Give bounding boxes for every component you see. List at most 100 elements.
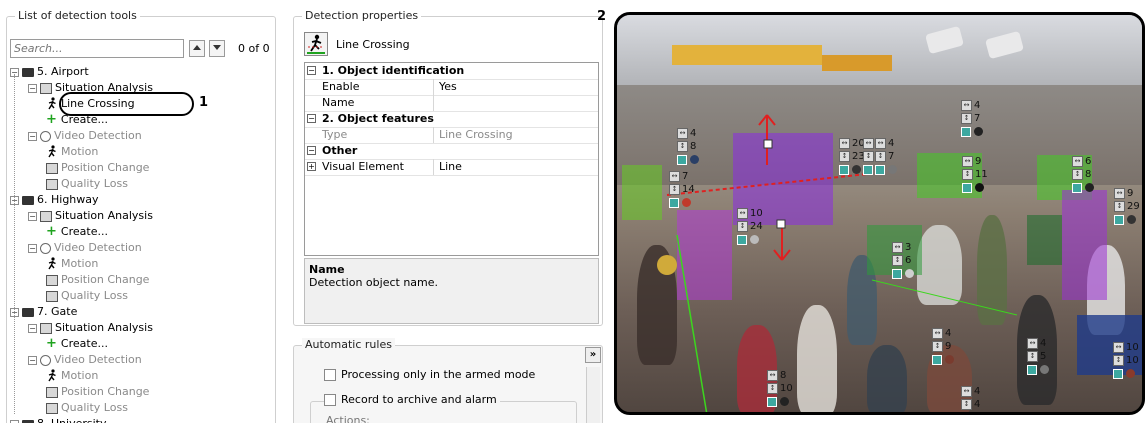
tree-item[interactable]: − Situation Analysis (28, 320, 153, 336)
tree-item[interactable]: − 8. University (10, 416, 106, 423)
tree-item[interactable]: Motion (46, 256, 98, 272)
video-viewport[interactable]: ↔4↕8↔7↕14↔10↕24↔20↕23↔3↕8↔4↕7↔4↕7↔9↕11↔6… (614, 12, 1145, 415)
running-man-icon (46, 257, 58, 271)
property-row[interactable]: Type Line Crossing (305, 127, 598, 143)
tree-item[interactable]: Quality Loss (46, 176, 128, 192)
camera-icon (22, 307, 34, 317)
rules-expand-button[interactable]: » (585, 347, 601, 363)
tree-item[interactable]: −7. Gate (10, 304, 77, 320)
object-width-value: 4 (690, 128, 697, 139)
object-stats-badge: ↔ 3 ↕ 6 (892, 241, 920, 280)
height-icon: ↕ (1113, 355, 1124, 366)
line-handle[interactable] (763, 139, 773, 149)
object-color-icon (875, 164, 885, 175)
collapse-toggle[interactable]: − (10, 419, 19, 423)
search-next-button[interactable] (209, 40, 225, 57)
tree-item-label: Video Detection (54, 241, 142, 254)
object-stats-badge: ↔ 8 ↕ 10 (767, 369, 795, 408)
tree-item[interactable]: + Create... (46, 336, 108, 352)
tree-item[interactable]: Motion (46, 144, 98, 160)
situation-analysis-icon (40, 322, 52, 334)
object-height-value: 29 (1127, 201, 1140, 212)
grid-line (305, 175, 598, 176)
collapse-toggle[interactable]: − (28, 83, 37, 93)
object-stats-badge: ↔ 9 ↕ 29 (1114, 187, 1142, 226)
armed-mode-checkbox[interactable] (324, 368, 336, 381)
object-height-value: 5 (1040, 351, 1047, 362)
tree-item[interactable]: Motion (46, 368, 98, 384)
position-change-icon (46, 386, 58, 398)
collapse-toggle[interactable]: − (28, 131, 37, 141)
property-row[interactable]: + Visual Element Line (305, 159, 598, 175)
width-icon: ↔ (863, 138, 874, 149)
armed-mode-row[interactable]: Processing only in the armed mode (324, 368, 535, 381)
object-color-dot (1085, 183, 1094, 192)
search-row: 0 of 0 (10, 39, 276, 58)
track-line (871, 279, 1018, 316)
object-color-dot (690, 155, 699, 164)
object-width-value: 4 (974, 100, 981, 111)
tree-item[interactable]: −6. Highway (10, 192, 99, 208)
property-category[interactable]: −1. Object identification (305, 63, 598, 79)
tree-item[interactable]: Quality Loss (46, 400, 128, 416)
rules-scrollbar[interactable] (586, 367, 600, 423)
collapse-toggle[interactable]: − (28, 355, 37, 365)
property-row[interactable]: Name (305, 95, 598, 111)
property-value[interactable]: Line (436, 159, 462, 175)
property-key: Other (322, 144, 358, 157)
property-value[interactable]: Yes (436, 79, 457, 95)
object-color-dot (888, 165, 897, 174)
automatic-rules-title: Automatic rules (302, 338, 395, 351)
tree-item[interactable]: Position Change (46, 272, 149, 288)
object-width-value: 9 (975, 156, 982, 167)
expand-toggle[interactable]: + (307, 162, 316, 171)
collapse-toggle[interactable]: − (28, 211, 37, 221)
object-color-icon (839, 164, 849, 175)
tree-item-label: Video Detection (54, 353, 142, 366)
object-width-value: 3 (905, 242, 912, 253)
object-color-icon (767, 396, 777, 407)
properties-header-label: Line Crossing (336, 37, 410, 51)
object-height-value: 14 (682, 184, 695, 195)
object-stats-badge: ↔ 10 ↕ 24 (737, 207, 765, 246)
property-grid[interactable]: −1. Object identification Enable Yes Name −2… (304, 62, 599, 256)
tree-item[interactable]: Position Change (46, 160, 149, 176)
property-category[interactable]: − Other (305, 143, 598, 159)
tree-item[interactable]: − Situation Analysis (28, 208, 153, 224)
property-row[interactable]: Enable Yes (305, 79, 598, 95)
collapse-toggle[interactable]: − (28, 243, 37, 253)
object-stats-badge: ↔ 7 ↕ 14 (669, 170, 697, 209)
tree-item[interactable]: + Create... (46, 224, 108, 240)
record-row[interactable]: Record to archive and alarm (324, 393, 500, 406)
tree-item[interactable]: −5. Airport (10, 64, 89, 80)
width-icon: ↔ (962, 156, 973, 167)
tree-item[interactable]: − Video Detection (28, 240, 142, 256)
object-color-dot (750, 235, 759, 244)
search-input[interactable] (10, 39, 184, 58)
property-value[interactable]: Line Crossing (436, 127, 513, 143)
tree-item-label: Situation Analysis (55, 321, 153, 334)
collapse-toggle[interactable]: − (28, 323, 37, 333)
camera-icon (22, 67, 34, 77)
width-icon: ↔ (961, 386, 972, 397)
direction-arrow-head (758, 114, 768, 126)
search-result-count: 0 of 0 (238, 42, 270, 55)
object-color-dot (852, 165, 861, 174)
collapse-toggle[interactable]: − (307, 146, 316, 155)
object-width-value: 8 (780, 370, 787, 381)
record-checkbox[interactable] (324, 393, 336, 406)
tree-item[interactable]: − Video Detection (28, 352, 142, 368)
height-icon: ↕ (1114, 201, 1125, 212)
tree-item[interactable]: Position Change (46, 384, 149, 400)
object-stats-badge: ↔ 10 ↕ 10 (1113, 341, 1141, 380)
object-height-value: 4 (974, 399, 981, 410)
object-height-value: 6 (905, 255, 912, 266)
collapse-toggle[interactable]: − (307, 66, 316, 75)
collapse-toggle[interactable]: − (307, 114, 316, 123)
search-prev-button[interactable] (189, 40, 205, 57)
property-category[interactable]: −2. Object features (305, 111, 598, 127)
tree-item[interactable]: Quality Loss (46, 288, 128, 304)
tree-item[interactable]: − Video Detection (28, 128, 142, 144)
line-handle[interactable] (776, 219, 786, 229)
running-man-icon (46, 369, 58, 383)
